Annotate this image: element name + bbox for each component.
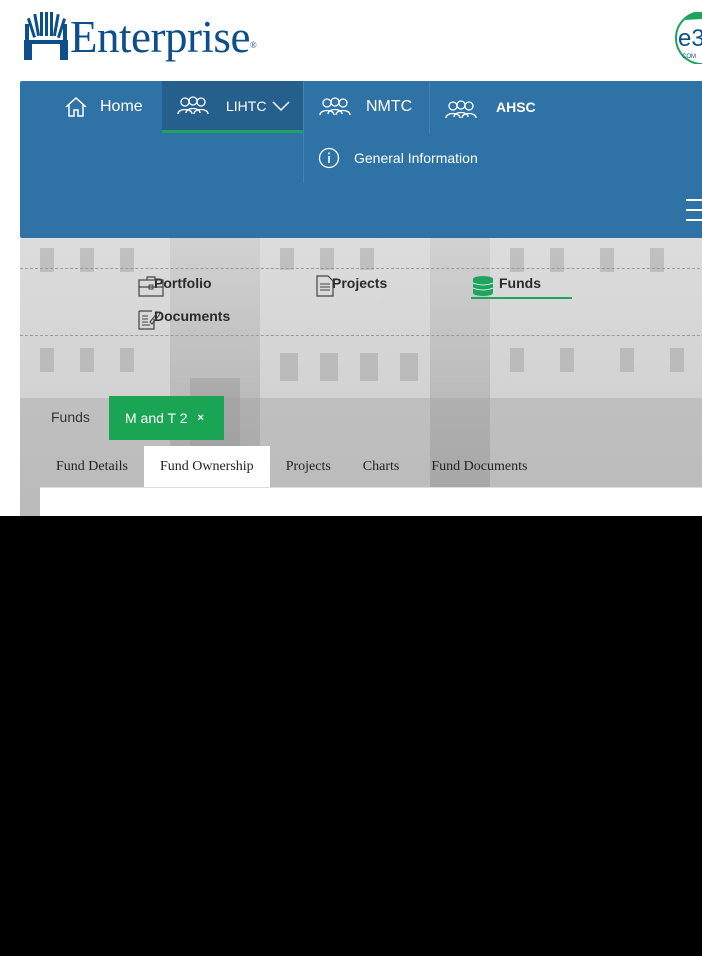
selected-fund-label: M and T 2 (125, 410, 188, 426)
close-icon[interactable]: × (198, 412, 204, 424)
nav-nmtc-label: NMTC (366, 98, 413, 115)
home-icon (65, 96, 87, 117)
brand-name: Enterprise (70, 12, 250, 62)
app-window: Enterprise ® e3 COM Home LIHTC NMTC AHSC… (0, 0, 702, 516)
section-portfolio[interactable]: Portfolio (138, 275, 212, 297)
general-information-label: General Information (354, 150, 478, 166)
people-icon (177, 95, 209, 114)
tab-fund-documents[interactable]: Fund Documents (415, 446, 543, 487)
tab-content-panel (40, 487, 702, 516)
nav-home[interactable]: Home (64, 81, 143, 133)
nav-ahsc[interactable]: AHSC (430, 81, 570, 133)
section-documents-label: Documents (154, 308, 231, 324)
nav-nmtc[interactable]: NMTC (304, 81, 430, 133)
nav-lihtc[interactable]: LIHTC (162, 81, 303, 133)
people-icon (445, 100, 477, 119)
section-projects-label: Projects (332, 275, 388, 291)
selected-fund-chip[interactable]: M and T 2 × (109, 396, 224, 440)
tab-charts[interactable]: Charts (347, 446, 416, 487)
nav-lihtc-label: LIHTC (226, 97, 267, 114)
registered-mark: ® (249, 40, 257, 50)
tab-projects[interactable]: Projects (270, 446, 347, 487)
section-funds-label: Funds (499, 275, 541, 291)
tab-fund-details[interactable]: Fund Details (40, 446, 144, 487)
section-projects[interactable]: Projects (316, 275, 388, 297)
fund-tabs: Fund Details Fund Ownership Projects Cha… (40, 446, 543, 487)
people-icon (319, 97, 351, 116)
breadcrumb-funds[interactable]: Funds (51, 409, 90, 425)
e3-badge-icon: e3 COM (675, 12, 702, 64)
coins-stack-icon (472, 276, 494, 296)
section-funds[interactable]: Funds (471, 275, 572, 299)
briefcase-icon (138, 276, 164, 297)
svg-text:COM: COM (682, 54, 696, 60)
chevron-down-icon[interactable] (272, 100, 290, 112)
info-icon (318, 147, 340, 169)
edit-document-icon (138, 310, 160, 330)
main-nav: Home LIHTC NMTC AHSC General Information (20, 81, 702, 238)
section-divider (20, 335, 702, 336)
svg-text:e3: e3 (678, 25, 702, 52)
header: Enterprise ® e3 COM (0, 0, 702, 80)
document-icon (316, 275, 334, 297)
section-documents[interactable]: Documents (138, 308, 231, 330)
logo-mark-icon (24, 12, 68, 60)
nav-ahsc-label: AHSC (496, 99, 536, 115)
menu-hamburger-icon[interactable] (686, 199, 702, 223)
section-divider (20, 268, 702, 269)
enterprise-logo[interactable]: Enterprise ® (24, 12, 257, 62)
tab-fund-ownership[interactable]: Fund Ownership (143, 446, 270, 487)
nav-general-information[interactable]: General Information (318, 147, 478, 169)
nav-home-label: Home (100, 98, 143, 115)
